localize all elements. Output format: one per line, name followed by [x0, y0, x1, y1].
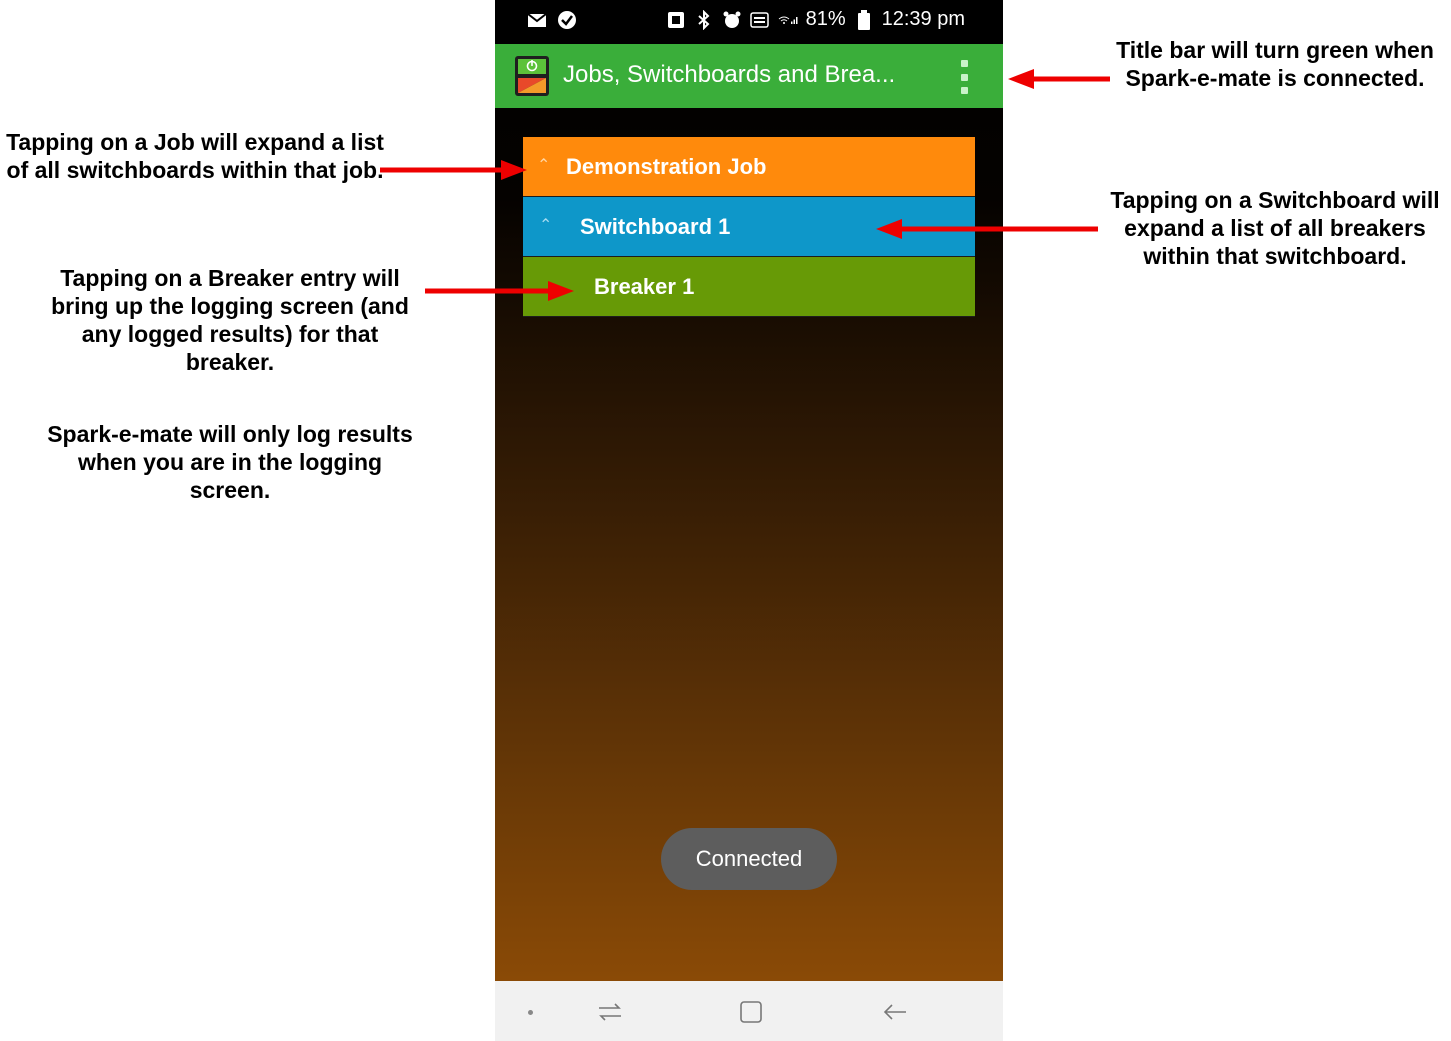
switchboard-arrow: [876, 219, 1098, 239]
job-arrow: [380, 160, 527, 180]
annotated-screenshot: Title bar will turn green when Spark-e-m…: [0, 0, 1451, 1041]
breaker-arrow: [425, 281, 574, 301]
title-bar-arrow: [1008, 69, 1110, 89]
annotation-arrows: [380, 69, 1110, 301]
